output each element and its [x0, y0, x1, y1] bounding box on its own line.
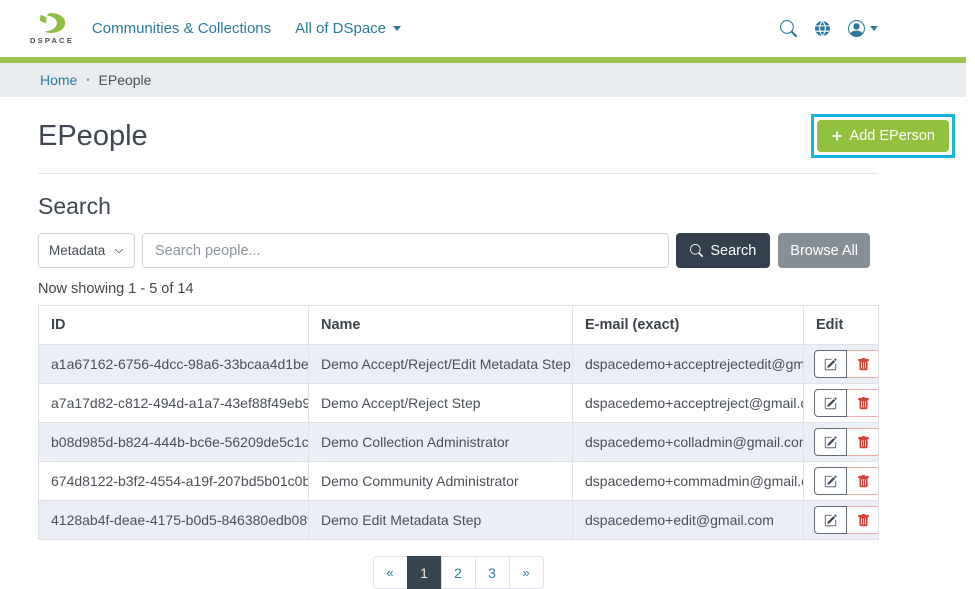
add-eperson-button-label: Add EPerson [850, 128, 935, 144]
edit-eperson-button[interactable] [814, 428, 847, 456]
pagination-page-1[interactable]: 1 [407, 556, 442, 589]
eperson-name: Demo Collection Administrator [309, 423, 573, 462]
pagination-page-3[interactable]: 3 [475, 556, 510, 589]
eperson-email: dspacedemo+commadmin@gmail.com [573, 462, 804, 501]
user-icon [848, 20, 865, 37]
eperson-actions [804, 384, 879, 423]
column-header-edit: Edit [804, 306, 879, 345]
delete-eperson-button[interactable] [847, 467, 879, 495]
nav-all-of-dspace-label: All of DSpace [295, 20, 386, 37]
nav-all-of-dspace[interactable]: All of DSpace [295, 20, 401, 37]
plus-icon [831, 130, 843, 142]
dspace-logo-text: DSPACE [30, 36, 74, 45]
eperson-email: dspacedemo+colladmin@gmail.com [573, 423, 804, 462]
trash-icon [857, 436, 870, 449]
delete-eperson-button[interactable] [847, 350, 879, 378]
search-input[interactable] [142, 233, 669, 268]
column-header-id: ID [39, 306, 309, 345]
eperson-id: 674d8122-b3f2-4554-a19f-207bd5b01c0b [39, 462, 309, 501]
globe-icon[interactable] [814, 20, 831, 37]
table-row: a1a67162-6756-4dcc-98a6-33bcaa4d1be6 Dem… [39, 345, 879, 384]
pencil-square-icon [824, 514, 837, 527]
edit-eperson-button[interactable] [814, 506, 847, 534]
table-row: b08d985d-b824-444b-bc6e-56209de5c1cc Dem… [39, 423, 879, 462]
breadcrumb-home-link[interactable]: Home [40, 72, 77, 88]
dspace-logo-icon [36, 12, 68, 34]
search-form: Metadata Search Browse All [38, 233, 870, 268]
edit-eperson-button[interactable] [814, 389, 847, 417]
page-header: EPeople Add EPerson [38, 114, 955, 158]
action-highlight-box: Add EPerson [811, 114, 955, 158]
search-icon [690, 244, 703, 257]
eperson-actions [804, 423, 879, 462]
pagination-container: « 1 2 3 » [38, 556, 878, 589]
edit-eperson-button[interactable] [814, 467, 847, 495]
dspace-logo[interactable]: DSPACE [30, 12, 74, 45]
search-scope-select[interactable]: Metadata [38, 233, 135, 268]
chevron-down-icon [870, 26, 878, 31]
header-divider [38, 173, 878, 174]
search-icon[interactable] [780, 20, 797, 37]
results-summary: Now showing 1 - 5 of 14 [38, 281, 975, 297]
delete-eperson-button[interactable] [847, 428, 879, 456]
eperson-name: Demo Edit Metadata Step [309, 501, 573, 540]
user-menu[interactable] [848, 20, 878, 37]
trash-icon [857, 397, 870, 410]
navbar-icon-group [780, 20, 878, 37]
column-header-name: Name [309, 306, 573, 345]
delete-eperson-button[interactable] [847, 389, 879, 417]
pencil-square-icon [824, 436, 837, 449]
pagination-page-2[interactable]: 2 [441, 556, 476, 589]
breadcrumb-separator: • [86, 75, 89, 85]
epeople-table: ID Name E-mail (exact) Edit a1a67162-675… [38, 305, 879, 540]
eperson-id: a7a17d82-c812-494d-a1a7-43ef88f49eb9 [39, 384, 309, 423]
eperson-name: Demo Accept/Reject/Edit Metadata Step [309, 345, 573, 384]
search-button[interactable]: Search [676, 233, 770, 268]
search-scope-value: Metadata [49, 243, 105, 258]
pagination-prev[interactable]: « [373, 556, 408, 589]
search-heading: Search [38, 193, 975, 220]
browse-all-button[interactable]: Browse All [778, 233, 870, 268]
pencil-square-icon [824, 358, 837, 371]
eperson-email: dspacedemo+edit@gmail.com [573, 501, 804, 540]
pagination-next[interactable]: » [509, 556, 544, 589]
search-button-label: Search [710, 243, 756, 259]
eperson-email: dspacedemo+acceptreject@gmail.com [573, 384, 804, 423]
nav-communities-collections[interactable]: Communities & Collections [92, 20, 271, 37]
pencil-square-icon [824, 397, 837, 410]
chevron-down-icon [393, 26, 401, 31]
edit-eperson-button[interactable] [814, 350, 847, 378]
main-nav: Communities & Collections All of DSpace [92, 20, 401, 37]
eperson-actions [804, 462, 879, 501]
eperson-name: Demo Community Administrator [309, 462, 573, 501]
eperson-id: a1a67162-6756-4dcc-98a6-33bcaa4d1be6 [39, 345, 309, 384]
nav-communities-collections-label: Communities & Collections [92, 20, 271, 37]
eperson-actions [804, 501, 879, 540]
table-row: 4128ab4f-deae-4175-b0d5-846380edb08f Dem… [39, 501, 879, 540]
table-row: a7a17d82-c812-494d-a1a7-43ef88f49eb9 Dem… [39, 384, 879, 423]
trash-icon [857, 358, 870, 371]
pencil-square-icon [824, 475, 837, 488]
eperson-email: dspacedemo+acceptrejectedit@gmail.com [573, 345, 804, 384]
eperson-name: Demo Accept/Reject Step [309, 384, 573, 423]
table-row: 674d8122-b3f2-4554-a19f-207bd5b01c0b Dem… [39, 462, 879, 501]
trash-icon [857, 514, 870, 527]
delete-eperson-button[interactable] [847, 506, 879, 534]
top-navbar: DSPACE Communities & Collections All of … [0, 0, 975, 57]
breadcrumb: Home • EPeople [0, 63, 966, 97]
add-eperson-button[interactable]: Add EPerson [817, 120, 949, 152]
eperson-id: b08d985d-b824-444b-bc6e-56209de5c1cc [39, 423, 309, 462]
breadcrumb-current: EPeople [99, 72, 152, 88]
eperson-actions [804, 345, 879, 384]
table-header-row: ID Name E-mail (exact) Edit [39, 306, 879, 345]
eperson-id: 4128ab4f-deae-4175-b0d5-846380edb08f [39, 501, 309, 540]
trash-icon [857, 475, 870, 488]
page-title: EPeople [38, 120, 148, 153]
pagination: « 1 2 3 » [373, 556, 544, 589]
main-content: EPeople Add EPerson Search Metadata Sear… [0, 114, 975, 589]
column-header-email: E-mail (exact) [573, 306, 804, 345]
chevron-down-icon [114, 246, 124, 256]
